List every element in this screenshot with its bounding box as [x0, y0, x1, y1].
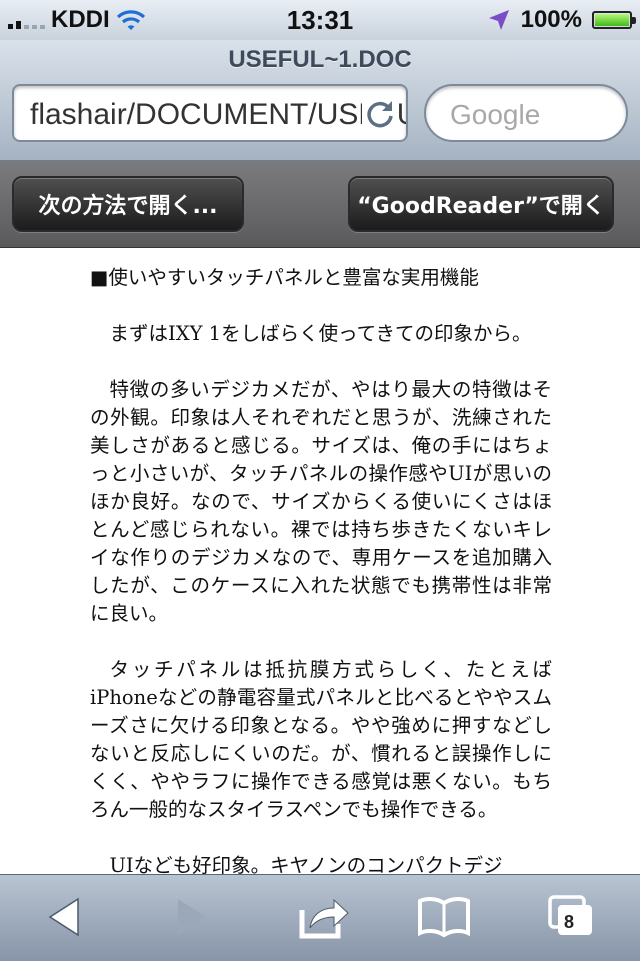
status-right: 100%	[487, 6, 636, 34]
reload-button[interactable]	[362, 96, 398, 132]
tabs-button[interactable]: 8	[540, 887, 604, 947]
document-view[interactable]: ■使いやすいタッチパネルと豊富な実用機能 まずはIXY 1をしばらく使ってきての…	[0, 248, 640, 874]
page-title: USEFUL~1.DOC	[228, 46, 412, 73]
status-bar: KDDI 13:31 100%	[0, 0, 640, 40]
browser-navbar: USEFUL~1.DOC flashair/DOCUMENT/USEFUL~1.…	[0, 40, 640, 161]
battery-percent: 100%	[520, 6, 582, 33]
bookmarks-book-icon	[418, 896, 470, 938]
paragraph: 特徴の多いデジカメだが、やはり最大の特徴はその外観。印象は人それぞれだと思うが、…	[90, 378, 552, 625]
back-arrow-icon	[48, 897, 79, 937]
search-placeholder: Google	[450, 99, 541, 130]
battery-icon	[592, 11, 636, 29]
back-button[interactable]	[32, 887, 96, 947]
open-with-button[interactable]: 次の方法で開く...	[12, 176, 244, 232]
forward-arrow-icon	[178, 899, 206, 935]
document-content: ■使いやすいタッチパネルと豊富な実用機能 まずはIXY 1をしばらく使ってきての…	[90, 264, 552, 874]
paragraph: タッチパネルは抵抗膜方式らしく、たとえばiPhoneなどの静電容量式パネルと比べ…	[90, 658, 552, 821]
search-field[interactable]: Google	[424, 84, 628, 142]
open-in-bar: 次の方法で開く... “GoodReader”で開く	[0, 161, 640, 248]
reload-icon	[367, 101, 393, 128]
document-heading: ■使いやすいタッチパネルと豊富な実用機能	[90, 266, 479, 289]
paragraph: UIなども好印象。キヤノンのコンパクトデジ	[109, 854, 503, 874]
tab-count: 8	[558, 912, 580, 932]
location-services-icon	[488, 10, 509, 30]
battery-level	[595, 14, 629, 26]
paragraph: まずはIXY 1をしばらく使ってきての印象から。	[109, 322, 532, 345]
share-icon	[299, 898, 349, 939]
address-bar[interactable]: flashair/DOCUMENT/USEFUL~1.DOC	[12, 84, 408, 142]
url-text: flashair/DOCUMENT/USEFUL~1.DOC	[30, 98, 406, 131]
open-in-goodreader-button[interactable]: “GoodReader”で開く	[348, 176, 614, 232]
share-button[interactable]	[292, 887, 356, 947]
forward-button[interactable]	[160, 887, 224, 947]
bottom-toolbar: 8	[0, 874, 640, 961]
bookmarks-button[interactable]	[412, 887, 476, 947]
